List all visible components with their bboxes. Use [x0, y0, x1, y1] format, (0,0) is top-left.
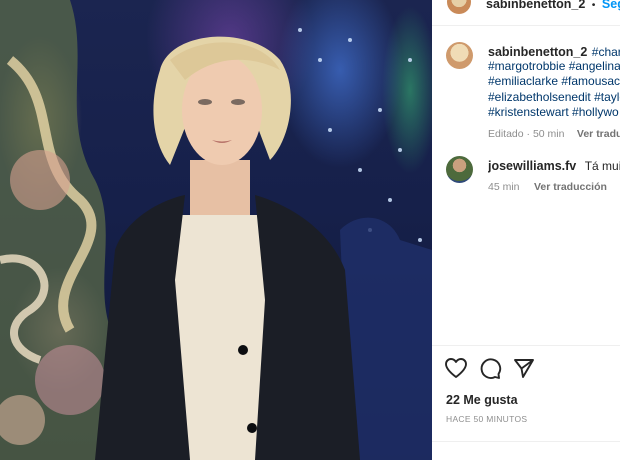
header: sabinbenetton_2 • Segui: [486, 0, 620, 11]
caption-line[interactable]: #emiliaclarke #famousact: [488, 74, 620, 88]
comment-username[interactable]: josewilliams.fv: [488, 159, 576, 173]
caption-first-line: sabinbenetton_2 #charliz: [488, 43, 620, 59]
caption-username[interactable]: sabinbenetton_2: [488, 45, 587, 59]
comment-icon[interactable]: [478, 357, 502, 379]
comment-text: Tá muito l: [584, 159, 620, 173]
caption-see-translation[interactable]: Ver traducc: [577, 128, 620, 140]
header-divider: [432, 25, 620, 26]
comment-first-line: josewilliams.fv Tá muito l: [488, 157, 620, 173]
post-photo[interactable]: [0, 0, 432, 460]
actions-divider: [432, 345, 620, 346]
caption-meta: Editado · 50 min Ver traducc: [488, 124, 620, 142]
header-username[interactable]: sabinbenetton_2: [486, 0, 585, 11]
caption-line[interactable]: #margotrobbie #angelina: [488, 59, 620, 73]
footer-divider: [432, 441, 620, 442]
caption-avatar[interactable]: [446, 42, 473, 69]
heart-icon[interactable]: [444, 357, 468, 379]
comment-avatar[interactable]: [446, 156, 473, 183]
photo-illustration: [0, 0, 432, 460]
post-timestamp: HACE 50 MINUTOS: [446, 414, 528, 424]
caption-hashtag[interactable]: #charliz: [592, 45, 620, 59]
share-icon[interactable]: [512, 357, 536, 379]
comment-meta: 45 min Ver traducción: [488, 177, 620, 195]
follow-button[interactable]: Segui: [602, 0, 620, 11]
comment-time: 45 min: [488, 181, 520, 193]
caption-edited: Editado · 50 min: [488, 128, 565, 140]
comment-see-translation[interactable]: Ver traducción: [534, 181, 607, 193]
caption-line[interactable]: #kristenstewart #hollywo: [488, 105, 620, 119]
header-separator: •: [591, 0, 596, 11]
likes-count[interactable]: 22 Me gusta: [446, 393, 616, 407]
caption-line[interactable]: #elizabetholsenedit #taylo: [488, 90, 620, 104]
